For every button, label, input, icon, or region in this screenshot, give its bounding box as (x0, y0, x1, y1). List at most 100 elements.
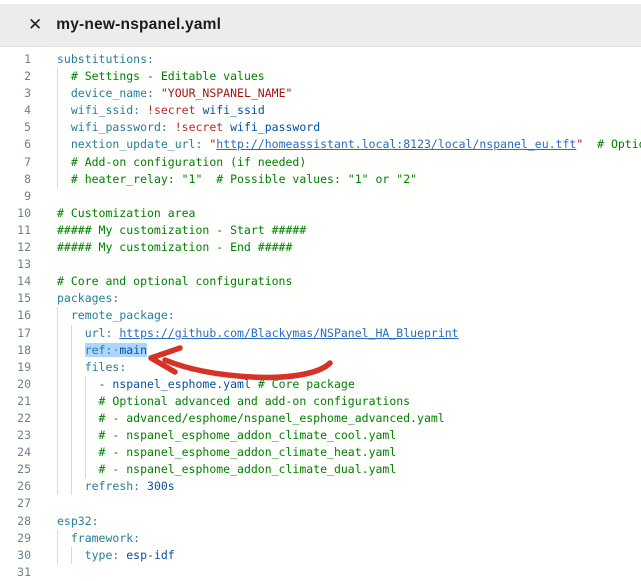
code-line[interactable]: 9 (0, 188, 641, 205)
indent-guide (57, 85, 58, 102)
indent-guide (71, 547, 72, 564)
code-line[interactable]: 30 type: esp-idf (0, 547, 641, 564)
code-line[interactable]: 21 # Optional advanced and add-on config… (0, 393, 641, 410)
selected-text: ref: (85, 343, 113, 357)
line-number: 24 (0, 444, 31, 461)
close-button[interactable]: ✕ (28, 17, 42, 34)
indent-guide (71, 342, 72, 359)
code-line[interactable]: 10 # Customization area (0, 205, 641, 222)
code-segment: # - advanced/esphome/nspanel_esphome_adv… (99, 411, 445, 425)
code-segment: esp32: (57, 514, 99, 528)
code-segment: # Optional (597, 137, 641, 151)
indent-guide (57, 68, 58, 85)
code-text: substitutions: (57, 51, 641, 68)
code-text: # Core and optional configurations (57, 273, 641, 290)
code-segment (57, 172, 71, 186)
code-line[interactable]: 5 wifi_password: !secret wifi_password (0, 119, 641, 136)
code-line[interactable]: 20 - nspanel_esphome.yaml # Core package (0, 376, 641, 393)
code-line[interactable]: 17 url: https://github.com/Blackymas/NSP… (0, 325, 641, 342)
code-text: ref:·main (57, 342, 641, 359)
indent-guide (57, 325, 58, 342)
code-segment: # Customization area (57, 206, 195, 220)
code-text: # Optional advanced and add-on configura… (57, 393, 641, 410)
code-line[interactable]: 3 device_name: "YOUR_NSPANEL_NAME" (0, 85, 641, 102)
line-number: 29 (0, 530, 31, 547)
code-segment: !secret (147, 103, 195, 117)
code-text: # - nspanel_esphome_addon_climate_heat.y… (57, 444, 641, 461)
code-line[interactable]: 16 remote_package: (0, 307, 641, 324)
indent-guide (85, 444, 86, 461)
indent-guide (57, 530, 58, 547)
code-line[interactable]: 12 ##### My customization - End ##### (0, 239, 641, 256)
code-line[interactable]: 27 (0, 495, 641, 512)
code-segment (57, 308, 71, 322)
line-number: 12 (0, 239, 31, 256)
line-number: 10 (0, 205, 31, 222)
line-number: 26 (0, 478, 31, 495)
code-line[interactable]: 13 (0, 256, 641, 273)
code-segment: - nspanel_esphome.yaml (99, 377, 251, 391)
code-line[interactable]: 18 ref:·main (0, 342, 641, 359)
code-text: - nspanel_esphome.yaml # Core package (57, 376, 641, 393)
line-number: 7 (0, 154, 31, 171)
code-line[interactable]: 19 files: (0, 359, 641, 376)
code-text: # - advanced/esphome/nspanel_esphome_adv… (57, 410, 641, 427)
code-text: device_name: "YOUR_NSPANEL_NAME" (57, 85, 641, 102)
code-segment (57, 120, 71, 134)
code-area[interactable]: 1substitutions:2 # Settings - Editable v… (0, 47, 641, 581)
indent-guide (57, 461, 58, 478)
code-line[interactable]: 22 # - advanced/esphome/nspanel_esphome_… (0, 410, 641, 427)
code-segment: remote_package: (71, 308, 175, 322)
code-segment: https://github.com/Blackymas/NSPanel_HA_… (119, 326, 458, 340)
code-segment: wifi_password: (71, 120, 175, 134)
line-number: 11 (0, 222, 31, 239)
code-line[interactable]: 26 refresh: 300s (0, 478, 641, 495)
code-segment: ##### My customization - Start ##### (57, 223, 306, 237)
code-line[interactable]: 25 # - nspanel_esphome_addon_climate_dua… (0, 461, 641, 478)
code-segment: files: (85, 360, 127, 374)
code-line[interactable]: 15packages: (0, 290, 641, 307)
code-line[interactable]: 23 # - nspanel_esphome_addon_climate_coo… (0, 427, 641, 444)
code-line[interactable]: 29 framework: (0, 530, 641, 547)
code-segment: device_name: (71, 86, 161, 100)
code-text: # Settings - Editable values (57, 68, 641, 85)
code-line[interactable]: 14# Core and optional configurations (0, 273, 641, 290)
code-segment: packages: (57, 291, 119, 305)
code-line[interactable]: 31 (0, 564, 641, 581)
code-text: ##### My customization - Start ##### (57, 222, 641, 239)
code-text: type: esp-idf (57, 547, 641, 564)
code-line[interactable]: 1substitutions: (0, 51, 641, 68)
selected-text: main (119, 343, 147, 357)
code-segment: # Add-on configuration (if needed) (71, 155, 306, 169)
indent-guide (57, 154, 58, 171)
code-line[interactable]: 11 ##### My customization - Start ##### (0, 222, 641, 239)
code-line[interactable]: 24 # - nspanel_esphome_addon_climate_hea… (0, 444, 641, 461)
indent-guide (71, 410, 72, 427)
code-text: packages: (57, 290, 641, 307)
code-text: ##### My customization - End ##### (57, 239, 641, 256)
code-text: files: (57, 359, 641, 376)
code-text: url: https://github.com/Blackymas/NSPane… (57, 325, 641, 342)
code-segment: http://homeassistant.local:8123/local/ns… (216, 137, 576, 151)
code-segment: substitutions: (57, 52, 154, 66)
indent-guide (85, 427, 86, 444)
code-segment: framework: (71, 531, 140, 545)
code-line[interactable]: 7 # Add-on configuration (if needed) (0, 154, 641, 171)
code-line[interactable]: 6 nextion_update_url: "http://homeassist… (0, 136, 641, 153)
line-number: 8 (0, 171, 31, 188)
code-line[interactable]: 28esp32: (0, 513, 641, 530)
indent-guide (57, 478, 58, 495)
code-segment: # Core package (258, 377, 355, 391)
code-segment: esp-idf (126, 548, 174, 562)
code-text: # - nspanel_esphome_addon_climate_dual.y… (57, 461, 641, 478)
code-segment: refresh: (85, 479, 147, 493)
code-text: # - nspanel_esphome_addon_climate_cool.y… (57, 427, 641, 444)
code-line[interactable]: 4 wifi_ssid: !secret wifi_ssid (0, 102, 641, 119)
code-segment: type: (85, 548, 127, 562)
code-line[interactable]: 8 # heater_relay: "1" # Possible values:… (0, 171, 641, 188)
code-segment (57, 411, 99, 425)
indent-guide (57, 102, 58, 119)
indent-guide (71, 325, 72, 342)
code-segment (57, 394, 99, 408)
code-line[interactable]: 2 # Settings - Editable values (0, 68, 641, 85)
